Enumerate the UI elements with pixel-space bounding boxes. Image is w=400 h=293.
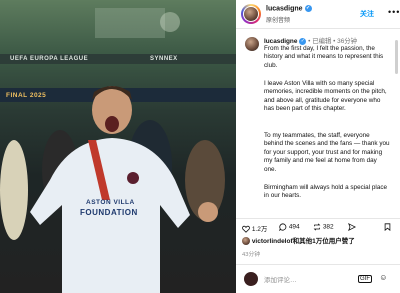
- share-icon[interactable]: [348, 222, 357, 232]
- heart-icon[interactable]: [242, 225, 250, 234]
- caption-scrollbar[interactable]: [395, 40, 398, 74]
- share-action[interactable]: [348, 222, 357, 232]
- more-icon[interactable]: •••: [388, 7, 400, 17]
- caption-paragraph-4: Birmingham will always hold a special pl…: [264, 184, 388, 200]
- caption-paragraph-2: I leave Aston Villa with so many special…: [264, 80, 387, 113]
- final-banner-text: FINAL 2025: [6, 92, 47, 99]
- liked-by-avatar[interactable]: [242, 237, 250, 246]
- post-photo[interactable]: UEFA EUROPA LEAGUE SYNNEX FINAL 2025 AST…: [0, 0, 236, 293]
- like-action[interactable]: 1.2万: [242, 223, 268, 234]
- caption-username[interactable]: lucasdigne: [264, 38, 297, 45]
- comment-composer: 添加评论… GIF ☺: [236, 264, 400, 293]
- caption-area: lucasdigne ✓ • 已编辑 • 36分钟 From the first …: [236, 29, 394, 229]
- banner-left-text: UEFA EUROPA LEAGUE: [10, 56, 89, 62]
- profile-avatar[interactable]: [241, 4, 261, 24]
- commenter-avatar: [244, 272, 258, 286]
- caption-avatar[interactable]: [245, 37, 259, 51]
- shirt-text-line2: FOUNDATION: [80, 208, 138, 217]
- composer-tools: GIF ☺: [358, 273, 387, 283]
- comment-icon[interactable]: [279, 223, 287, 232]
- caption-paragraph-3: To my teammates, the staff, everyone beh…: [264, 132, 390, 173]
- bookmark-icon[interactable]: [384, 223, 391, 232]
- post-header: lucasdigne ✓ 原创音频 关注 •••: [236, 0, 400, 29]
- shares-count: 382: [322, 223, 334, 231]
- instagram-post-window: UEFA EUROPA LEAGUE SYNNEX FINAL 2025 AST…: [0, 0, 400, 293]
- bookmark-action[interactable]: [384, 223, 391, 232]
- header-username-text[interactable]: lucasdigne: [266, 5, 303, 12]
- follow-button[interactable]: 关注: [360, 9, 374, 19]
- photo-scene: [0, 8, 236, 293]
- verified-icon: ✓: [299, 37, 307, 45]
- original-audio-link[interactable]: 原创音频: [266, 15, 290, 24]
- likes-count: 1.2万: [251, 226, 268, 233]
- comments-count: 494: [288, 223, 300, 231]
- action-bar: 1.2万 494 382: [236, 218, 400, 234]
- shirt-text-line1: ASTON VILLA: [86, 199, 135, 206]
- liked-by-suffix[interactable]: 和其他1万位用户赞了: [293, 238, 355, 245]
- caption-header: lucasdigne ✓ • 已编辑 • 36分钟: [264, 37, 358, 45]
- repost-action[interactable]: 382: [313, 223, 334, 231]
- edited-label: 已编辑: [312, 38, 332, 45]
- repost-icon[interactable]: [313, 223, 321, 231]
- post-side-panel: lucasdigne ✓ 原创音频 关注 ••• lucasdigne ✓ • 已编…: [236, 0, 400, 293]
- comment-input[interactable]: 添加评论…: [264, 274, 297, 284]
- emoji-icon[interactable]: ☺: [379, 273, 387, 282]
- banner-right-text: SYNNEX: [150, 56, 178, 62]
- header-username[interactable]: lucasdigne ✓: [266, 5, 312, 12]
- verified-icon: ✓: [304, 5, 312, 12]
- comment-action[interactable]: 494: [279, 223, 300, 232]
- post-timestamp[interactable]: 43分钟: [242, 249, 260, 258]
- liked-by-username[interactable]: victorlindelof: [252, 238, 293, 245]
- caption-paragraph-1: From the first day, I felt the passion, …: [264, 45, 384, 69]
- liked-by-line: victorlindelof和其他1万位用户赞了: [242, 235, 355, 246]
- caption-time: 36分钟: [337, 38, 358, 45]
- gif-icon[interactable]: GIF: [358, 275, 372, 283]
